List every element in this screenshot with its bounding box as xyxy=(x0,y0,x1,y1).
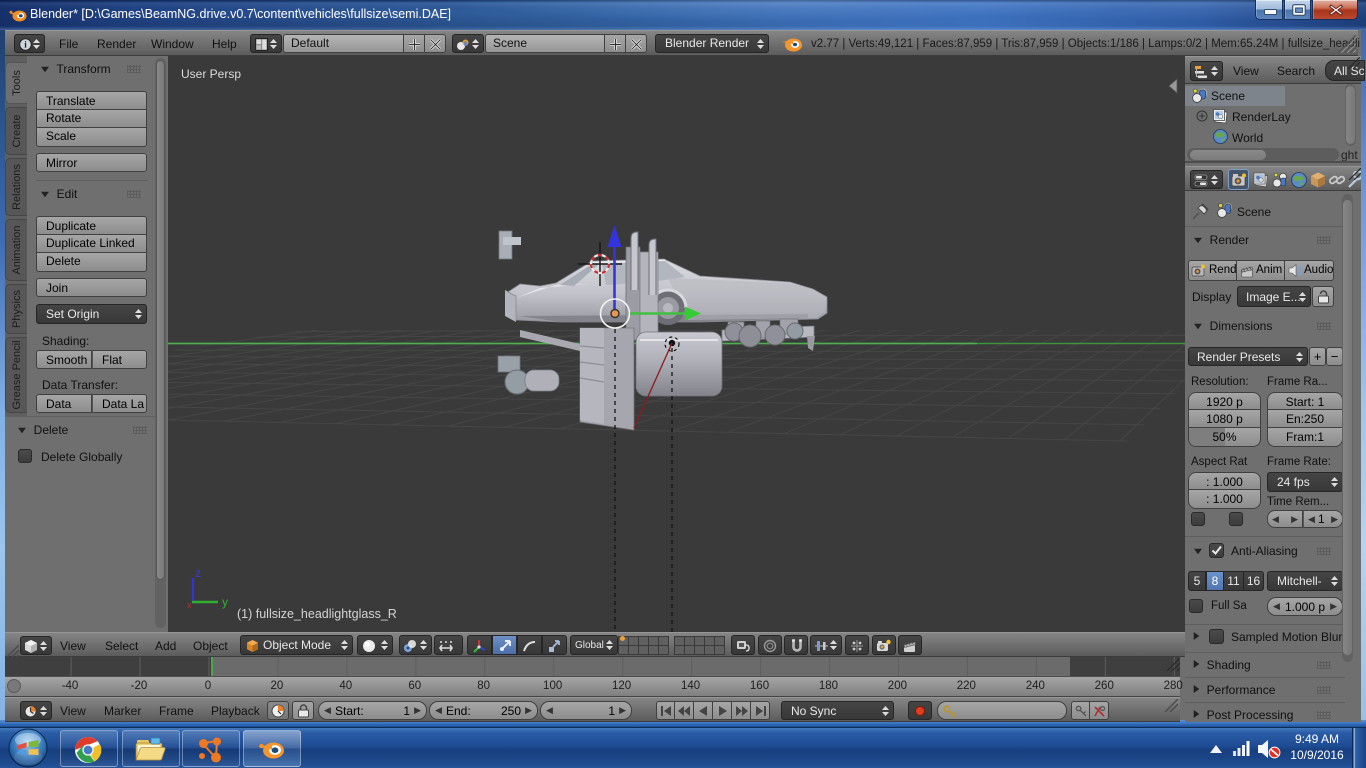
svg-text:y: y xyxy=(222,595,228,609)
svg-text:x: x xyxy=(187,600,192,610)
svg-text:(1) fullsize_headlightglass_R: (1) fullsize_headlightglass_R xyxy=(237,607,397,621)
svg-text:User Persp: User Persp xyxy=(181,67,241,81)
svg-text:z: z xyxy=(195,566,201,580)
